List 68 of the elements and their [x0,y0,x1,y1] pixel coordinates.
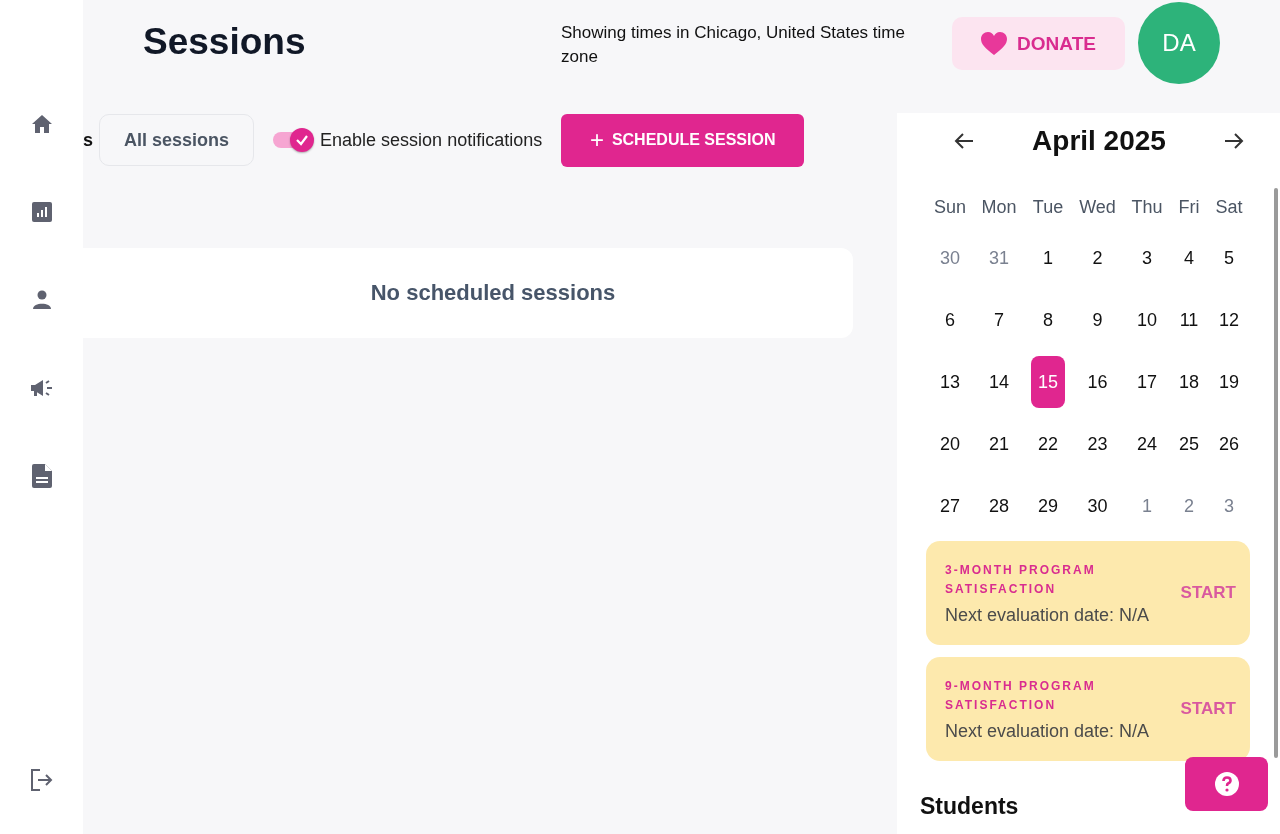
calendar-day[interactable]: 2 [1080,232,1115,284]
weekday-label: Mon [980,197,1018,218]
calendar-day[interactable]: 3 [1130,232,1164,284]
home-icon [30,114,53,134]
calendar-day[interactable]: 21 [982,418,1016,470]
scrollbar[interactable] [1274,188,1278,758]
document-icon [31,464,52,488]
calendar-day[interactable]: 29 [1031,480,1065,532]
calendar-day[interactable]: 25 [1172,418,1206,470]
calendar-day[interactable]: 1 [1130,480,1164,532]
calendar-day[interactable]: 2 [1172,480,1206,532]
calendar-day[interactable]: 30 [933,232,967,284]
weekday-label: Fri [1177,197,1201,218]
weekday-label: Sun [933,197,967,218]
check-icon [295,134,310,146]
calendar-day[interactable]: 24 [1130,418,1164,470]
filter-tab[interactable]: All sessions [99,114,255,166]
calendar-day[interactable]: 30 [1080,480,1115,532]
calendar-day[interactable]: 1 [1031,232,1065,284]
month-title: April 2025 [1032,125,1166,157]
calendar-day[interactable]: 13 [933,356,967,408]
calendar-day[interactable]: 6 [933,294,967,346]
calendar-day[interactable]: 27 [933,480,967,532]
right-arrow-icon [1224,132,1244,150]
weekday-label: Tue [1031,197,1065,218]
students-heading: Students [920,793,1020,820]
calendar-day[interactable]: 3 [1212,480,1246,532]
help-button[interactable] [1185,757,1268,811]
heart-icon [981,31,1008,56]
weekday-label: Thu [1130,197,1164,218]
empty-message: No scheduled sessions [370,280,616,306]
calendar-day[interactable]: 17 [1130,356,1164,408]
weekday-label: Wed [1078,197,1117,218]
evaluation-title: 3-MONTH PROGRAM SATISFACTION [945,561,1097,598]
calendar-day[interactable]: 22 [1031,418,1065,470]
evaluation-title: 9-MONTH PROGRAM SATISFACTION [945,677,1097,714]
timezone-note: Showing times in Chicago, United States time zone [561,22,906,68]
megaphone-icon [29,378,54,398]
calendar-day[interactable]: 26 [1212,418,1246,470]
donate-button[interactable]: DONATE [952,17,1125,70]
evaluation-date: Next evaluation date: N/A [945,604,1150,626]
calendar-day[interactable]: 20 [933,418,967,470]
calendar-day[interactable]: 5 [1212,232,1246,284]
calendar-day[interactable]: 19 [1212,356,1246,408]
notification-label: Enable session notifications [320,129,543,151]
calendar-day[interactable]: 10 [1130,294,1164,346]
schedule-session-button[interactable]: + SCHEDULE SESSION [561,113,805,167]
calendar-day[interactable]: 16 [1080,356,1115,408]
calendar-day[interactable]: 23 [1080,418,1115,470]
calendar-day[interactable]: 12 [1212,294,1246,346]
weekday-label: Sat [1214,197,1244,218]
evaluation-date: Next evaluation date: N/A [945,720,1150,742]
calendar-day[interactable]: 18 [1172,356,1206,408]
chart-icon [31,202,52,222]
help-icon [1213,771,1240,797]
calendar-day[interactable]: 28 [982,480,1016,532]
page-title: Sessions [143,21,307,63]
calendar-day[interactable]: 4 [1172,232,1206,284]
left-arrow-icon [954,132,974,150]
calendar-day[interactable]: 9 [1080,294,1115,346]
logout-icon [29,769,54,791]
calendar-day[interactable]: 14 [982,356,1016,408]
person-icon [31,290,52,310]
calendar-day[interactable]: 31 [982,232,1016,284]
calendar-day[interactable]: 15 [1031,356,1065,408]
calendar-day[interactable]: 8 [1031,294,1065,346]
calendar-day[interactable]: 7 [982,294,1016,346]
calendar-day[interactable]: 11 [1172,294,1206,346]
